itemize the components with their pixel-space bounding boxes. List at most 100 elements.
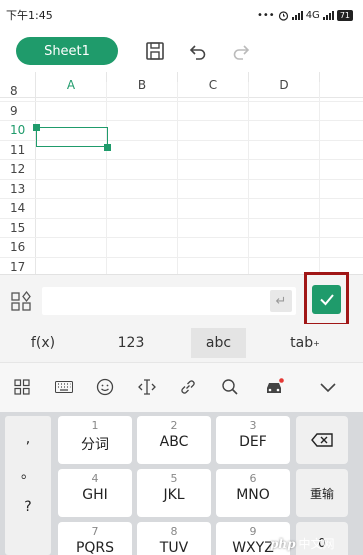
grid-cell[interactable] bbox=[36, 238, 107, 257]
key-2-num: 2 bbox=[170, 419, 178, 432]
key-6-label: MNO bbox=[236, 487, 270, 503]
undo-icon[interactable] bbox=[186, 39, 210, 63]
watermark-text: 中文网 bbox=[298, 537, 335, 551]
grid-cell[interactable] bbox=[178, 257, 249, 274]
row-number[interactable]: 12 bbox=[0, 160, 36, 179]
grid-cell[interactable] bbox=[36, 82, 107, 101]
key-comma[interactable]: , bbox=[5, 422, 51, 456]
grid-cell[interactable] bbox=[178, 82, 249, 101]
row-number[interactable]: 8 bbox=[0, 82, 36, 101]
grid-cell[interactable] bbox=[107, 238, 178, 257]
t9-keyboard: , 。 ? 1 分词 2 ABC 3 DEF 4 GHI 5 JKL 6 MNO 7 PQRS… bbox=[0, 412, 363, 555]
key-6[interactable]: 6 MNO bbox=[216, 469, 290, 517]
grid-cell[interactable] bbox=[249, 218, 320, 237]
row-number[interactable]: 15 bbox=[0, 218, 36, 237]
key-1[interactable]: 1 分词 bbox=[58, 416, 132, 464]
grid-cell[interactable] bbox=[107, 218, 178, 237]
grid-cell[interactable] bbox=[178, 160, 249, 179]
grid-cell[interactable] bbox=[36, 179, 107, 198]
grid-cell[interactable] bbox=[107, 140, 178, 159]
cell-input-field[interactable] bbox=[42, 287, 296, 315]
keyboard-type-bar: f(x) 123 abc tab + bbox=[0, 324, 363, 362]
save-icon[interactable] bbox=[143, 39, 167, 63]
enter-icon[interactable]: ↵ bbox=[270, 290, 292, 312]
key-2[interactable]: 2 ABC bbox=[137, 416, 211, 464]
grid-cell[interactable] bbox=[107, 101, 178, 120]
emoji-icon[interactable] bbox=[95, 377, 115, 397]
grid-cell[interactable] bbox=[107, 179, 178, 198]
confirm-button[interactable] bbox=[312, 284, 341, 314]
grid-cell[interactable] bbox=[178, 101, 249, 120]
row-number-selected[interactable]: 10 bbox=[0, 121, 36, 140]
grid-menu-icon[interactable] bbox=[12, 377, 32, 397]
key-7[interactable]: 7 PQRS bbox=[58, 522, 132, 555]
grid-cell[interactable] bbox=[178, 238, 249, 257]
reinput-key[interactable]: 重输 bbox=[296, 469, 348, 517]
grid-cell[interactable] bbox=[249, 101, 320, 120]
cell-selection[interactable] bbox=[36, 127, 108, 147]
grid-cell[interactable] bbox=[178, 199, 249, 218]
grid-cell[interactable] bbox=[249, 140, 320, 159]
link-icon[interactable] bbox=[178, 377, 198, 397]
grid-cell[interactable] bbox=[249, 121, 320, 140]
backspace-key[interactable] bbox=[296, 416, 348, 464]
tab-function[interactable]: f(x) bbox=[20, 328, 66, 358]
key-period[interactable]: 。 bbox=[5, 456, 51, 490]
grid-cell[interactable] bbox=[178, 179, 249, 198]
row-number[interactable]: 9 bbox=[0, 101, 36, 120]
grid-cell[interactable] bbox=[178, 140, 249, 159]
key-5[interactable]: 5 JKL bbox=[137, 469, 211, 517]
key-8[interactable]: 8 TUV bbox=[137, 522, 211, 555]
grid-cell[interactable] bbox=[249, 238, 320, 257]
grid-cell[interactable] bbox=[36, 257, 107, 274]
grid-cell[interactable] bbox=[249, 179, 320, 198]
key-1-label: 分词 bbox=[81, 437, 109, 453]
grid-cell[interactable] bbox=[249, 160, 320, 179]
grid-cell[interactable] bbox=[36, 218, 107, 237]
grid-cell[interactable] bbox=[36, 160, 107, 179]
grid-cell[interactable] bbox=[36, 199, 107, 218]
grid-cell[interactable] bbox=[178, 121, 249, 140]
spreadsheet-grid[interactable]: A B C D 8 9 10 11 12 13 14 15 16 17 bbox=[0, 72, 363, 274]
selection-handle-bottom-right[interactable] bbox=[104, 144, 111, 151]
redo-icon[interactable] bbox=[229, 39, 253, 63]
grid-cell[interactable] bbox=[249, 82, 320, 101]
grid-cell[interactable] bbox=[36, 101, 107, 120]
grid-cell[interactable] bbox=[107, 82, 178, 101]
grid-row: 13 bbox=[0, 179, 363, 199]
row-number[interactable]: 14 bbox=[0, 199, 36, 218]
keyboard-icon[interactable] bbox=[54, 377, 74, 397]
selection-handle-top-left[interactable] bbox=[33, 124, 40, 131]
row-number[interactable]: 11 bbox=[0, 140, 36, 159]
row-number[interactable]: 16 bbox=[0, 238, 36, 257]
key-1-num: 1 bbox=[91, 419, 99, 432]
cursor-move-icon[interactable] bbox=[137, 377, 157, 397]
grid-cell[interactable] bbox=[178, 218, 249, 237]
key-7-label: PQRS bbox=[75, 540, 115, 555]
status-time: 下午1:45 bbox=[6, 9, 53, 22]
key-4[interactable]: 4 GHI bbox=[58, 469, 132, 517]
key-question[interactable]: ? bbox=[5, 490, 51, 524]
status-icons: ••• 4G 71 bbox=[257, 9, 353, 21]
confirm-highlight-frame bbox=[304, 272, 349, 326]
grid-cell[interactable] bbox=[107, 121, 178, 140]
key-6-num: 6 bbox=[249, 472, 257, 485]
chevron-down-icon[interactable] bbox=[318, 377, 338, 397]
key-8-num: 8 bbox=[170, 525, 178, 538]
cell-format-icon[interactable] bbox=[10, 290, 32, 312]
row-number[interactable]: 17 bbox=[0, 257, 36, 274]
grid-cell[interactable] bbox=[107, 160, 178, 179]
checkmark-icon bbox=[319, 294, 334, 306]
sheet-tab[interactable]: Sheet1 bbox=[16, 37, 118, 65]
search-icon[interactable] bbox=[220, 377, 240, 397]
tab-numeric[interactable]: 123 bbox=[105, 328, 157, 358]
grid-cell[interactable] bbox=[249, 199, 320, 218]
tab-alphabet[interactable]: abc bbox=[191, 328, 246, 358]
row-number[interactable]: 13 bbox=[0, 179, 36, 198]
grid-cell[interactable] bbox=[107, 199, 178, 218]
grid-cell[interactable] bbox=[107, 257, 178, 274]
car-icon[interactable] bbox=[264, 377, 284, 397]
tab-tab[interactable]: tab + bbox=[282, 328, 328, 358]
signal-icon-2 bbox=[322, 10, 334, 20]
key-3[interactable]: 3 DEF bbox=[216, 416, 290, 464]
